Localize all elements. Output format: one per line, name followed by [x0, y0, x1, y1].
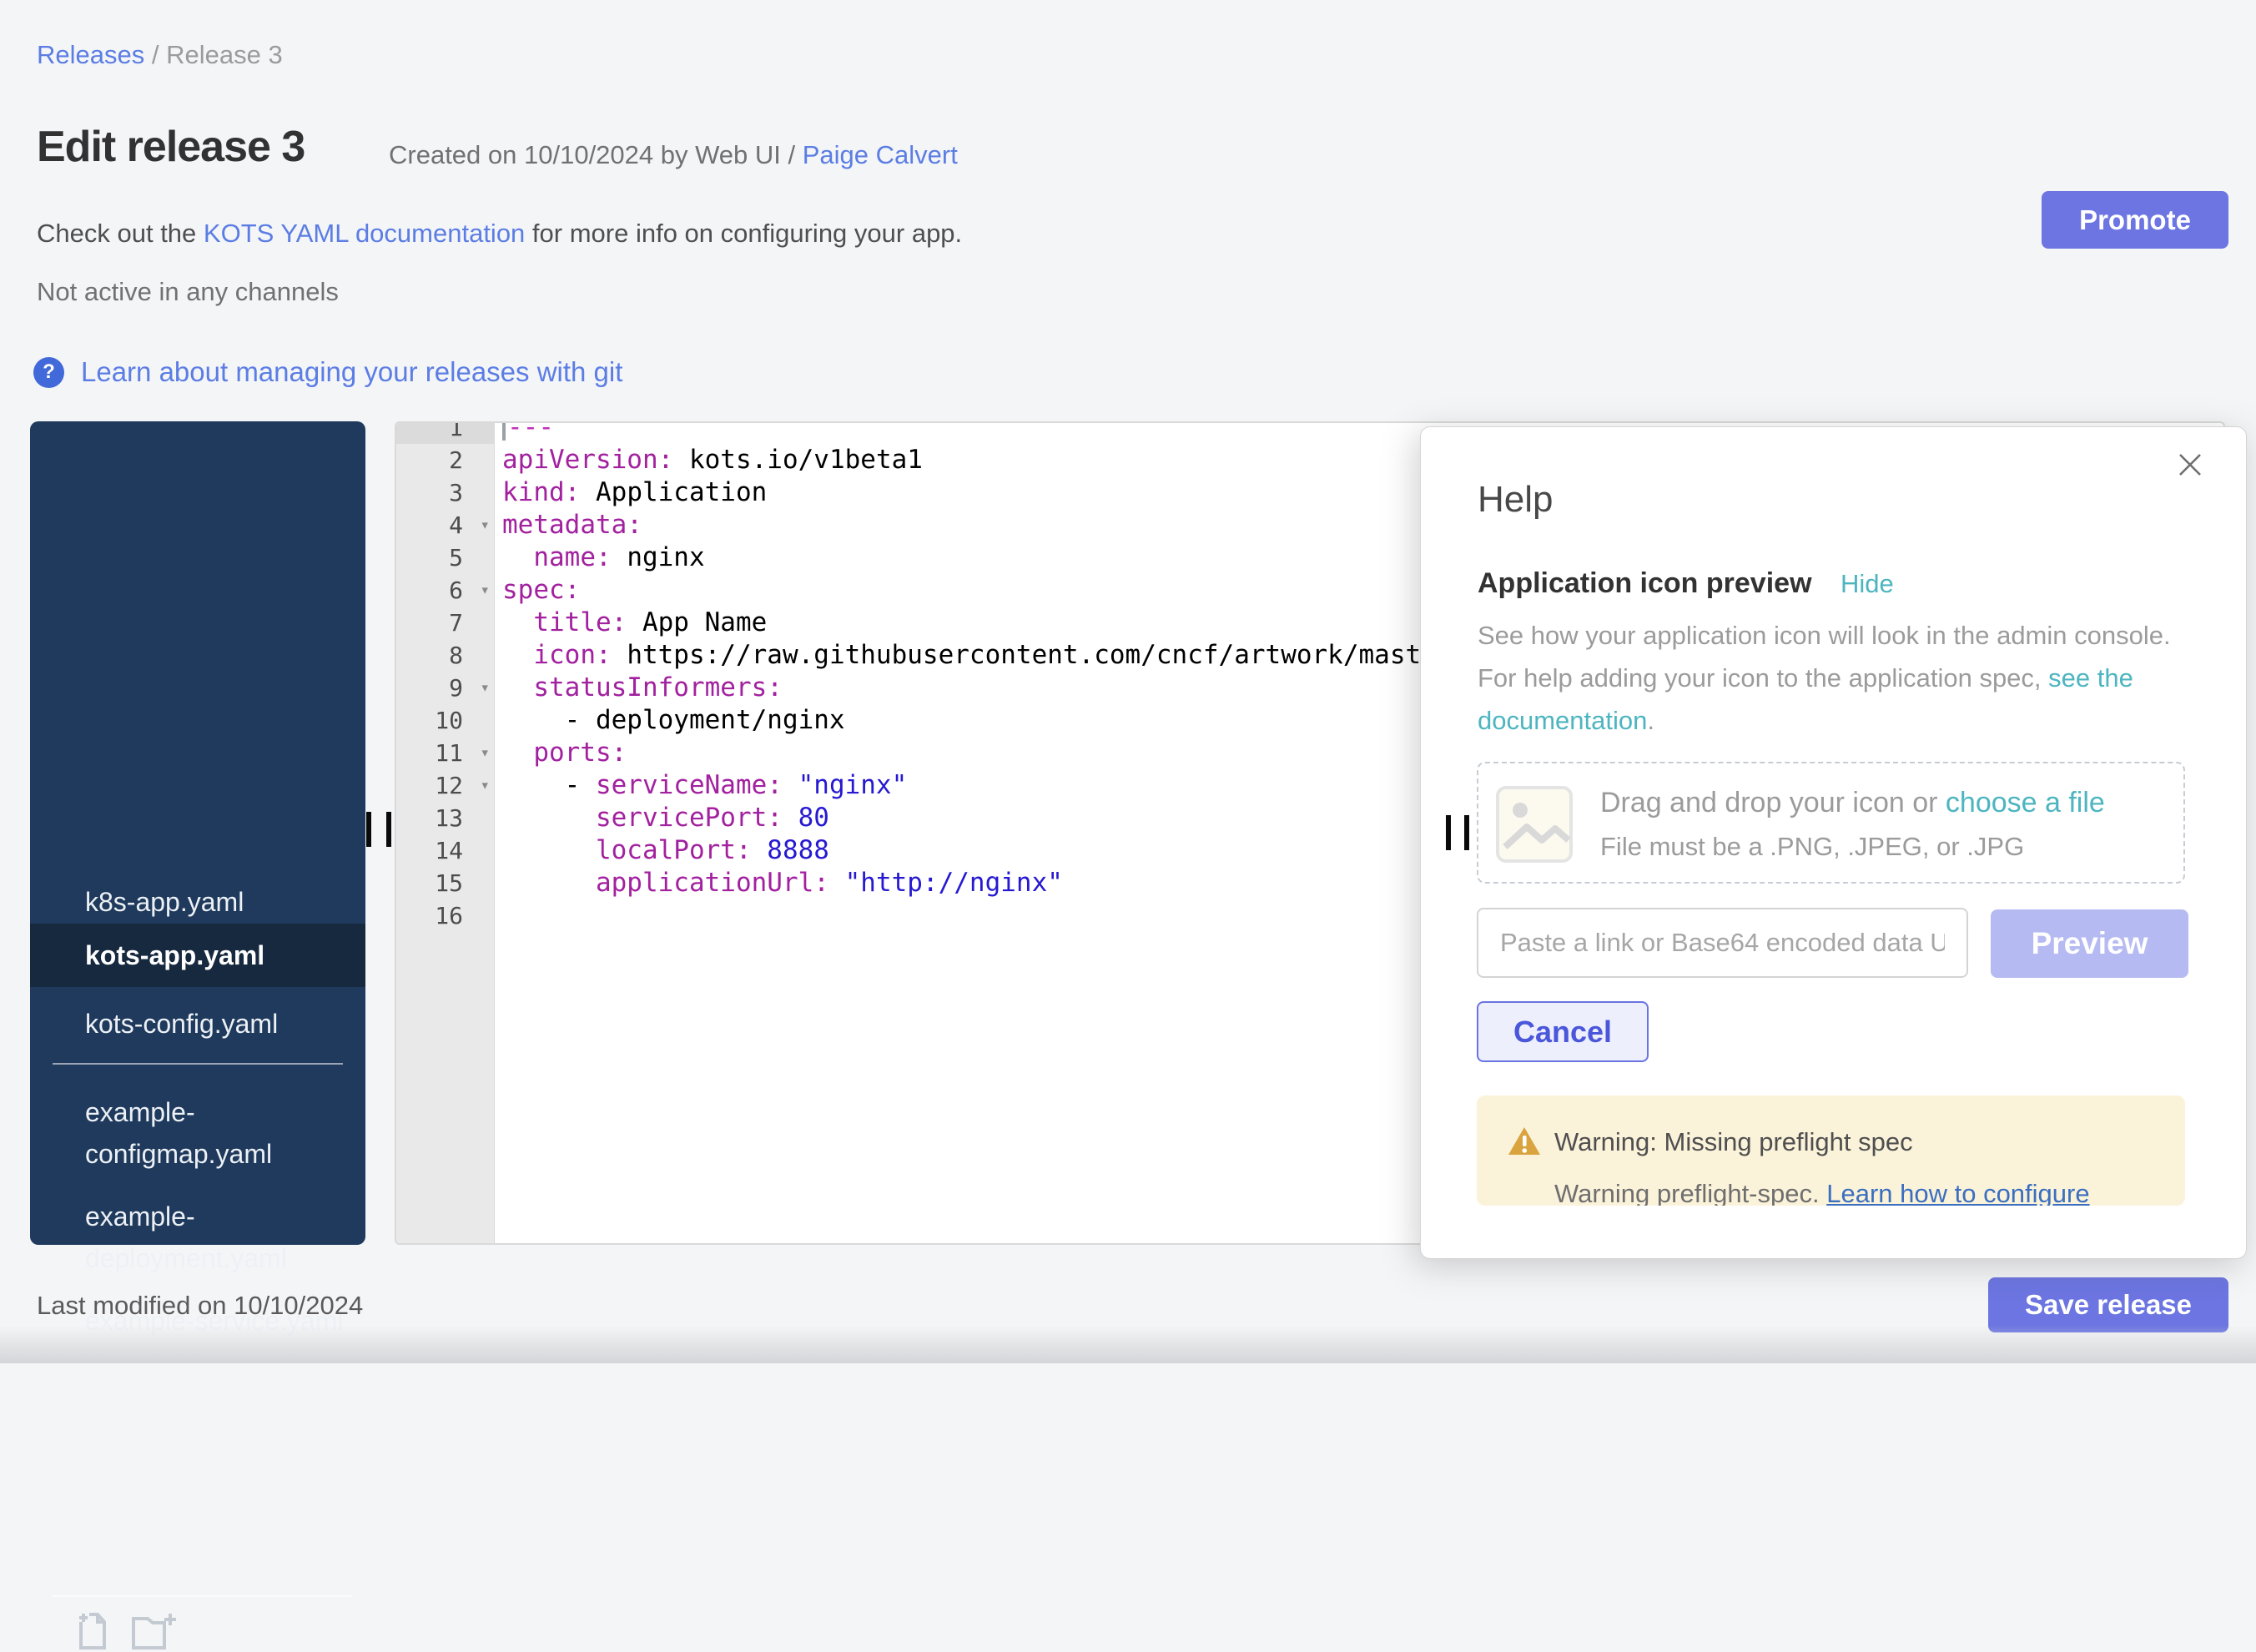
- preview-button[interactable]: Preview: [1991, 909, 2188, 978]
- docs-helper-line: Check out the KOTS YAML documentation fo…: [37, 219, 962, 249]
- breadcrumb: Releases / Release 3: [37, 40, 283, 70]
- docs-suffix: for more info on configuring your app.: [525, 219, 962, 248]
- sidebar-resize-handle-bar[interactable]: [386, 812, 391, 847]
- line-number: 9▾: [396, 672, 495, 704]
- line-number: 6▾: [396, 574, 495, 607]
- fold-arrow-icon[interactable]: ▾: [481, 574, 490, 607]
- new-file-icon[interactable]: [69, 1610, 111, 1652]
- preflight-warning-box: Warning: Missing preflight spec Warning …: [1477, 1095, 2185, 1206]
- save-release-button[interactable]: Save release: [1988, 1277, 2228, 1332]
- breadcrumb-separator: /: [144, 40, 166, 69]
- learn-configure-link[interactable]: Learn how to configure: [1826, 1179, 2089, 1206]
- question-icon: ?: [33, 357, 64, 388]
- line-number: 12▾: [396, 769, 495, 802]
- hide-link[interactable]: Hide: [1841, 569, 1894, 598]
- git-releases-link[interactable]: Learn about managing your releases with …: [81, 356, 622, 388]
- choose-file-link[interactable]: choose a file: [1946, 787, 2105, 818]
- line-number: 14: [396, 834, 495, 867]
- line-number: 8: [396, 639, 495, 672]
- icon-preview-description: See how your application icon will look …: [1478, 614, 2188, 742]
- help-panel-title: Help: [1478, 479, 1554, 521]
- line-number: 2: [396, 444, 495, 476]
- line-number: 7: [396, 607, 495, 639]
- line-number: 3: [396, 476, 495, 509]
- git-help-row: ? Learn about managing your releases wit…: [33, 355, 622, 389]
- description-period: .: [1647, 706, 1654, 735]
- fold-arrow-icon[interactable]: ▾: [481, 672, 490, 704]
- text-cursor: [502, 421, 506, 441]
- line-number: 15: [396, 867, 495, 899]
- sidebar-item-kots-app[interactable]: kots-app.yaml: [85, 934, 360, 976]
- sidebar-bottom-divider: [53, 1595, 352, 1597]
- fold-arrow-icon[interactable]: ▾: [481, 769, 490, 802]
- file-tree-sidebar: k8s-app.yaml kots-app.yaml kots-config.y…: [30, 421, 365, 1245]
- channel-status: Not active in any channels: [37, 277, 339, 307]
- line-number: 4▾: [396, 509, 495, 541]
- new-folder-icon[interactable]: [129, 1610, 181, 1652]
- line-number: 10: [396, 704, 495, 737]
- sidebar-resize-handle-bar[interactable]: [366, 812, 371, 847]
- page-title: Edit release 3: [37, 122, 305, 172]
- release-created-meta: Created on 10/10/2024 by Web UI / Paige …: [389, 140, 958, 170]
- fold-arrow-icon[interactable]: ▾: [481, 509, 490, 541]
- line-number: 13: [396, 802, 495, 834]
- docs-prefix: Check out the: [37, 219, 204, 248]
- warning-detail: Warning preflight-spec. Learn how to con…: [1554, 1179, 2090, 1206]
- icon-url-input[interactable]: [1477, 908, 1968, 978]
- line-number: 11▾: [396, 737, 495, 769]
- sidebar-item-k8s-app[interactable]: k8s-app.yaml: [85, 881, 360, 923]
- editor-resize-handle-bar[interactable]: [1446, 815, 1451, 850]
- icon-dropzone[interactable]: Drag and drop your icon or choose a file…: [1477, 762, 2185, 884]
- last-modified-text: Last modified on 10/10/2024: [37, 1291, 363, 1321]
- close-icon[interactable]: [2176, 451, 2204, 479]
- breadcrumb-releases-link[interactable]: Releases: [37, 40, 144, 69]
- sidebar-item-example-configmap[interactable]: example-configmap.yaml: [85, 1091, 360, 1175]
- created-by-link[interactable]: Paige Calvert: [803, 140, 958, 169]
- warning-triangle-icon: [1507, 1126, 1542, 1157]
- kots-yaml-docs-link[interactable]: KOTS YAML documentation: [204, 219, 525, 248]
- sidebar-divider: [53, 1063, 343, 1065]
- cancel-button[interactable]: Cancel: [1477, 1001, 1649, 1062]
- sidebar-item-kots-config[interactable]: kots-config.yaml: [85, 1003, 360, 1045]
- sidebar-actions: [69, 1610, 181, 1652]
- warning-title: Warning: Missing preflight spec: [1554, 1127, 1913, 1157]
- icon-preview-title: Application icon preview: [1478, 567, 1812, 599]
- fold-arrow-icon[interactable]: ▾: [481, 737, 490, 769]
- sidebar-item-example-deployment[interactable]: example-deployment.yaml: [85, 1196, 360, 1279]
- dropzone-text: Drag and drop your icon or: [1600, 787, 1946, 818]
- created-text: Created on 10/10/2024 by Web UI /: [389, 140, 803, 169]
- dropzone-instruction: Drag and drop your icon or choose a file: [1600, 787, 2105, 819]
- line-number: 1: [396, 421, 495, 444]
- breadcrumb-current: Release 3: [166, 40, 283, 69]
- warning-detail-text: Warning preflight-spec.: [1554, 1179, 1826, 1206]
- editor-resize-handle-bar[interactable]: [1464, 815, 1469, 850]
- line-number: 16: [396, 899, 495, 932]
- line-number: 5: [396, 541, 495, 574]
- promote-button[interactable]: Promote: [2042, 191, 2228, 249]
- image-placeholder-icon: [1495, 785, 1574, 864]
- dropzone-file-hint: File must be a .PNG, .JPEG, or .JPG: [1600, 832, 2024, 862]
- help-panel: Help Application icon preview Hide See h…: [1420, 426, 2247, 1259]
- icon-preview-section-header: Application icon preview Hide: [1478, 567, 1894, 600]
